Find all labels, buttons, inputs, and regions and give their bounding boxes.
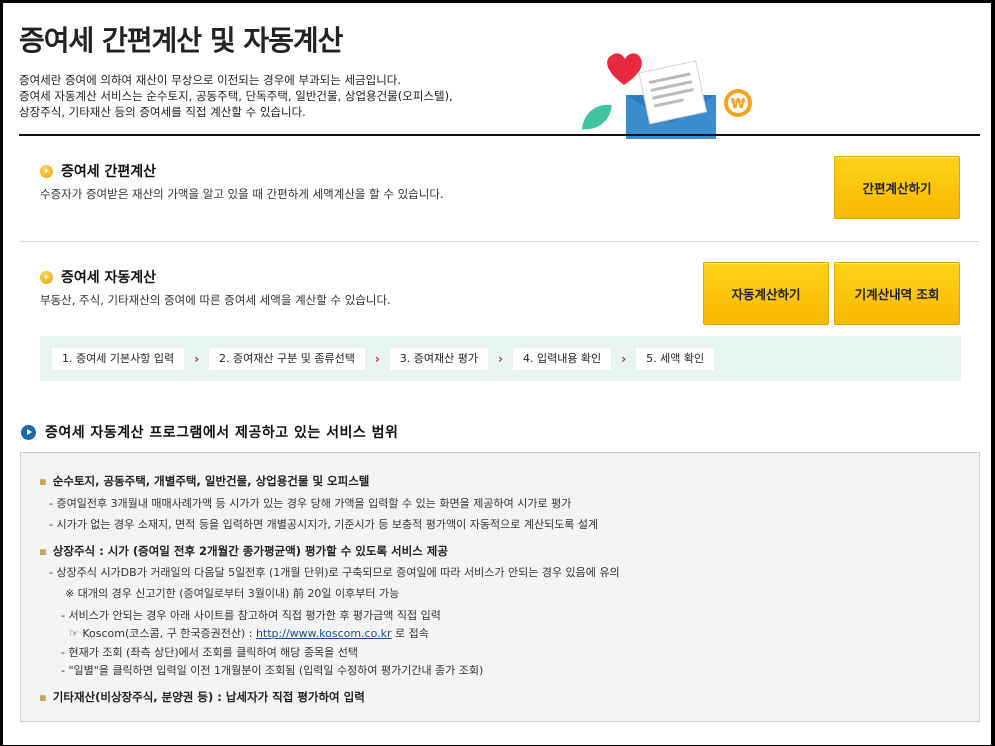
koscom-link-line: ☞ Koscom(코스콤, 구 한국증권전산) : http://www.kos… [69,627,429,640]
koscom-link[interactable]: http://www.koscom.co.kr [256,627,392,640]
step-2: 2. 증여재산 구분 및 종류선택 [209,347,365,370]
arrow-circle-icon [21,424,36,440]
step-5: 5. 세액 확인 [636,347,715,370]
page-title: 증여세 간편계산 및 자동계산 [19,24,343,57]
intro-line: 증여세 자동계산 서비스는 순수토지, 공동주택, 단독주택, 일반건물, 상업… [19,89,453,103]
header-divider [19,134,980,136]
intro-text: 증여세란 증여에 의하여 재산이 무상으로 이전되는 경우에 부과되는 세금입니… [19,72,453,120]
calc-steps: 1. 증여세 기본사항 입력 › 2. 증여재산 구분 및 종류선택 › 3. … [40,336,961,381]
simple-calc-title: 증여세 간편계산 [61,164,157,180]
chevron-right-icon: › [374,351,380,366]
service-note: ※ 대개의 경우 신고기한 (증여일로부터 3월이내) 前 20일 이후부터 가… [65,587,400,600]
service-detail: - "일별"을 클릭하면 입력일 이전 1개월분이 조회됨 (입력일 수정하여 … [61,664,484,677]
auto-calc-desc: 부동산, 주식, 기타재산의 증여에 따른 증여세 세액을 계산할 수 있습니다… [40,293,391,307]
service-item-listed-stock: ▪ 상장주식 : 시가 (증여일 전후 2개월간 종가평균액) 평가할 수 있도록… [39,544,448,558]
square-bullet-icon: ▪ [39,690,47,704]
service-scope-box: ▪ 순수토지, 공동주택, 개별주택, 일반건물, 상업용건물 및 오피스텔 - … [20,452,980,722]
history-lookup-button[interactable]: 기계산내역 조회 [834,262,960,325]
service-detail: - 현재가 조회 (좌측 상단)에서 조회를 클릭하여 해당 종목을 선택 [61,646,359,659]
square-bullet-icon: ▪ [39,544,47,558]
chevron-right-icon: › [194,351,200,366]
auto-calc-button[interactable]: 자동계산하기 [703,262,829,325]
section-divider [19,241,980,242]
simple-calc-button[interactable]: 간편계산하기 [834,156,960,219]
intro-line: 상장주식, 기타재산 등의 증여세를 직접 계산할 수 있습니다. [19,105,306,119]
service-detail: - 서비스가 안되는 경우 아래 사이트를 참고하여 직접 평가한 후 평가금액… [61,609,441,622]
simple-calc-desc: 수증자가 증여받은 재산의 가액을 알고 있을 때 간편하게 세액계산을 할 수… [40,187,444,201]
heart-icon [607,53,642,85]
service-scope-heading: 증여세 자동계산 프로그램에서 제공하고 있는 서비스 범위 [21,422,398,442]
simple-calc-heading: 증여세 간편계산 [40,161,156,181]
envelope-heart-illustration: ₩ [582,53,752,139]
arrow-bullet-icon [40,164,53,178]
service-item-realestate: ▪ 순수토지, 공동주택, 개별주택, 일반건물, 상업용건물 및 오피스텔 [39,474,370,488]
service-item-other: ▪ 기타재산(비상장주식, 분양권 등) : 납세자가 직접 평가하여 입력 [39,690,365,704]
step-4: 4. 입력내용 확인 [512,347,612,370]
square-bullet-icon: ▪ [39,474,47,488]
chevron-right-icon: › [498,351,503,366]
intro-line: 증여세란 증여에 의하여 재산이 무상으로 이전되는 경우에 부과되는 세금입니… [19,73,402,87]
chevron-right-icon: › [621,351,627,366]
step-3: 3. 증여재산 평가 [389,347,489,370]
page-frame: 증여세 간편계산 및 자동계산 증여세란 증여에 의하여 재산이 무상으로 이전… [3,3,991,745]
svg-text:₩: ₩ [731,97,746,112]
service-detail: - 증여일전후 3개월내 매매사례가액 등 시가가 있는 경우 당해 가액을 입… [49,497,572,510]
step-1: 1. 증여세 기본사항 입력 [52,347,185,370]
service-detail: - 시가가 없는 경우 소재지, 면적 등을 입력하면 개별공시지가, 기준시가… [49,518,599,531]
arrow-bullet-icon [40,270,53,284]
auto-calc-heading: 증여세 자동계산 [40,267,156,287]
auto-calc-title: 증여세 자동계산 [61,270,157,286]
service-scope-title: 증여세 자동계산 프로그램에서 제공하고 있는 서비스 범위 [45,425,399,441]
service-detail: - 상장주식 시가DB가 거래일의 다음달 5일전후 (1개월 단위)로 구축되… [49,566,620,579]
leaf-icon [582,104,612,130]
